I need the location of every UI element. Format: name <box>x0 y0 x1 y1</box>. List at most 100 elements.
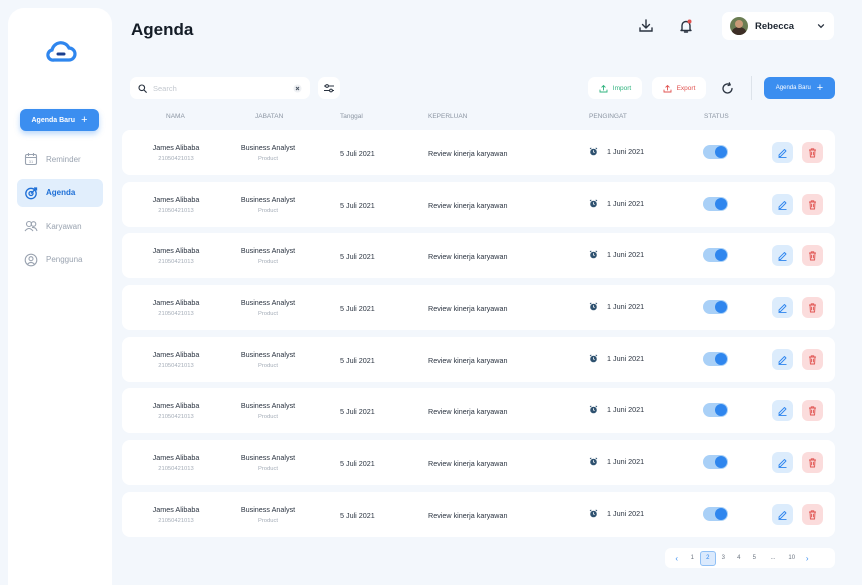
reminder-date: 1 Juni 2021 <box>607 457 645 467</box>
page-ellipsis: ... <box>770 555 776 561</box>
purpose-cell: Review kinerja karyawan <box>428 407 508 417</box>
trash-icon <box>809 406 816 416</box>
new-agenda-button[interactable]: Agenda Baru + <box>20 109 99 131</box>
edit-button[interactable] <box>772 400 793 422</box>
employee-name: James Alibaba <box>152 401 200 411</box>
download-icon[interactable] <box>637 17 655 35</box>
status-toggle[interactable] <box>703 145 728 159</box>
refresh-button[interactable] <box>716 77 738 99</box>
page-3[interactable]: 3 <box>716 551 732 566</box>
upload-icon <box>599 84 608 92</box>
status-toggle[interactable] <box>703 403 728 418</box>
export-icon <box>663 84 672 92</box>
column-header-status: STATUS <box>704 113 729 120</box>
clear-search-icon[interactable] <box>293 84 302 93</box>
toolbar-divider <box>751 76 752 100</box>
search-input[interactable] <box>153 83 273 93</box>
user-menu[interactable]: Rebecca <box>722 12 834 40</box>
trash-icon <box>809 458 816 468</box>
delete-button[interactable] <box>802 193 823 215</box>
status-toggle[interactable] <box>703 248 728 263</box>
page-2[interactable]: 2 <box>700 550 716 566</box>
employee-name: James Alibaba <box>152 349 200 359</box>
next-page-button[interactable]: › <box>800 551 816 566</box>
status-toggle[interactable] <box>703 351 728 366</box>
pencil-icon <box>778 355 787 365</box>
prev-page-button[interactable]: ‹ <box>669 551 685 566</box>
page-5[interactable]: 5 <box>747 551 763 566</box>
reminder-date: 1 Juni 2021 <box>607 250 645 260</box>
department: Product <box>258 207 278 214</box>
trash-icon <box>809 303 816 313</box>
employee-id: 21050421013 <box>158 207 194 214</box>
purpose-cell: Review kinerja karyawan <box>428 200 508 210</box>
department: Product <box>258 362 278 369</box>
position-title: Business Analyst <box>240 453 296 463</box>
edit-button[interactable] <box>772 348 793 370</box>
table-body: James Alibaba 21050421013 Business Analy… <box>122 130 835 544</box>
edit-button[interactable] <box>772 503 793 525</box>
position-title: Business Analyst <box>240 349 296 359</box>
position-title: Business Analyst <box>240 194 296 204</box>
reminder-date: 1 Juni 2021 <box>607 147 645 156</box>
page-10[interactable]: 10 <box>784 551 800 566</box>
employee-id: 21050421013 <box>158 362 194 369</box>
edit-button[interactable] <box>772 297 793 319</box>
cloud-logo-icon[interactable] <box>44 36 78 70</box>
page-1[interactable]: 1 <box>685 551 701 566</box>
sliders-icon <box>324 84 334 93</box>
new-agenda-top-label: Agenda Baru <box>775 85 811 91</box>
plus-icon: + <box>816 81 824 94</box>
status-toggle[interactable] <box>703 300 728 315</box>
trash-icon <box>809 355 816 365</box>
status-toggle[interactable] <box>703 455 728 470</box>
import-button[interactable]: Import <box>588 77 642 99</box>
export-button[interactable]: Export <box>652 77 706 99</box>
employee-name-cell: James Alibaba 21050421013 <box>122 298 230 317</box>
filter-button[interactable] <box>318 77 340 99</box>
users-icon <box>24 220 38 232</box>
sidebar-item-karyawan[interactable]: Karyawan <box>17 212 103 240</box>
delete-button[interactable] <box>802 400 823 422</box>
position-cell: Business Analyst Product <box>220 298 316 317</box>
employee-name-cell: James Alibaba 21050421013 <box>122 401 230 420</box>
alarm-clock-icon <box>589 250 598 259</box>
purpose-cell: Review kinerja karyawan <box>428 149 508 158</box>
edit-button[interactable] <box>772 452 793 474</box>
reminder-cell: 1 Juni 2021 <box>589 509 644 518</box>
reminder-cell: 1 Juni 2021 <box>589 457 644 466</box>
pencil-icon <box>778 200 787 210</box>
sidebar-item-reminder[interactable]: 31 Reminder <box>17 145 103 173</box>
sidebar-item-agenda[interactable]: Agenda <box>17 178 103 207</box>
edit-button[interactable] <box>772 245 793 267</box>
delete-button[interactable] <box>802 503 823 525</box>
employee-name: James Alibaba <box>152 194 200 204</box>
delete-button[interactable] <box>802 452 823 474</box>
employee-name: James Alibaba <box>152 453 200 463</box>
delete-button[interactable] <box>802 245 823 267</box>
pencil-icon <box>778 407 787 417</box>
status-toggle[interactable] <box>703 506 728 521</box>
page-4[interactable]: 4 <box>731 551 747 566</box>
trash-icon <box>809 148 816 158</box>
employee-name-cell: James Alibaba 21050421013 <box>122 350 230 369</box>
search-box <box>130 77 310 99</box>
delete-button[interactable] <box>802 348 823 370</box>
table-header: NAMA JABATAN Tanggal KEPERLUAN PENGINGAT… <box>122 113 835 123</box>
employee-name: James Alibaba <box>152 143 200 152</box>
notification-bell-icon[interactable] <box>677 17 695 35</box>
delete-button[interactable] <box>802 297 823 319</box>
new-agenda-label: Agenda Baru <box>31 116 76 124</box>
edit-button[interactable] <box>772 142 793 163</box>
status-toggle[interactable] <box>703 196 728 211</box>
edit-button[interactable] <box>772 193 793 215</box>
employee-name-cell: James Alibaba 21050421013 <box>122 453 230 472</box>
sidebar-item-pengguna[interactable]: Pengguna <box>17 246 103 274</box>
search-icon <box>138 83 147 93</box>
new-agenda-top-button[interactable]: Agenda Baru + <box>764 77 835 99</box>
sidebar-item-label: Karyawan <box>46 221 82 231</box>
delete-button[interactable] <box>802 142 823 163</box>
alarm-clock-icon <box>589 354 598 363</box>
table-row: James Alibaba 21050421013 Business Analy… <box>122 130 835 175</box>
pagination: ‹ 1 2 3 4 5 ... 10 › <box>665 548 835 568</box>
